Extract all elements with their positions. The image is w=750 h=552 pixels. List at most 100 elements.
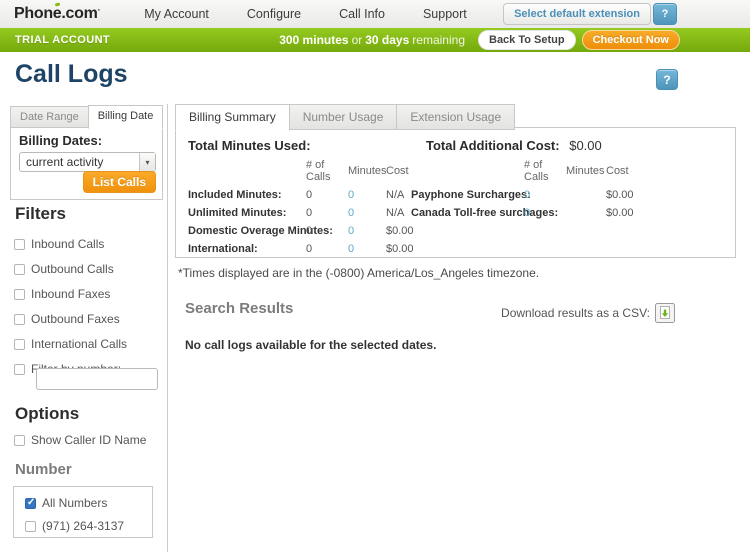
sidebar-divider — [167, 104, 168, 552]
total-minutes-used-label: Total Minutes Used: — [188, 138, 311, 153]
select-default-extension-button[interactable]: Select default extension — [503, 3, 651, 25]
trial-account-bar: TRIAL ACCOUNT 300 minutes or 30 days rem… — [0, 28, 750, 52]
cost-value: $0.00 — [386, 225, 438, 237]
numbers-box: All Numbers (971) 264-3137 — [13, 486, 153, 538]
tab-billing-summary[interactable]: Billing Summary — [175, 104, 290, 131]
total-additional-cost-label: Total Additional Cost: — [426, 138, 560, 153]
minutes-remaining: 300 minutes — [279, 33, 348, 47]
total-additional-cost: Total Additional Cost: $0.00 — [426, 138, 602, 153]
usage-tabs: Billing Summary Number Usage Extension U… — [175, 104, 515, 130]
filter-by-number-input[interactable] — [36, 368, 158, 390]
calls-value: 0 — [306, 243, 348, 255]
options-heading: Options — [15, 404, 79, 424]
col-header-minutes: Minutes — [348, 165, 386, 177]
row-label: Domestic Overage Minutes: — [188, 225, 306, 237]
outbound-calls-checkbox[interactable] — [14, 264, 25, 275]
search-results-heading: Search Results — [185, 300, 293, 317]
cost-value: $0.00 — [386, 243, 438, 255]
option-label: Show Caller ID Name — [31, 433, 146, 447]
filter-item-inbound-calls[interactable]: Inbound Calls — [14, 237, 127, 251]
tab-extension-usage[interactable]: Extension Usage — [396, 104, 515, 130]
empty-results-message: No call logs available for the selected … — [185, 338, 436, 352]
row-label: Unlimited Minutes: — [188, 207, 306, 219]
all-numbers-checkbox[interactable] — [25, 498, 36, 509]
col-header-minutes: Minutes — [566, 165, 606, 177]
filter-item-inbound-faxes[interactable]: Inbound Faxes — [14, 287, 127, 301]
cost-value: $0.00 — [606, 189, 656, 201]
minutes-link[interactable]: 0 — [348, 207, 386, 219]
back-to-setup-button[interactable]: Back To Setup — [478, 30, 576, 50]
billing-dates-select[interactable]: current activity ▾ — [19, 152, 156, 172]
filter-label: Inbound Faxes — [31, 287, 110, 301]
app-logo[interactable]: Phone.com· — [14, 5, 100, 23]
outbound-faxes-checkbox[interactable] — [14, 314, 25, 325]
filter-item-outbound-faxes[interactable]: Outbound Faxes — [14, 312, 127, 326]
filters-heading: Filters — [15, 204, 66, 224]
or-text: or — [352, 33, 363, 47]
number-item-phone[interactable]: (971) 264-3137 — [25, 519, 152, 533]
cost-value: $0.00 — [606, 207, 656, 219]
international-calls-checkbox[interactable] — [14, 339, 25, 350]
show-caller-id-checkbox[interactable] — [14, 435, 25, 446]
sidebar-date-tabs: Date Range Billing Date — [10, 105, 163, 128]
header-help-button[interactable]: ? — [653, 3, 677, 25]
minutes-link[interactable]: 0 — [348, 243, 386, 255]
filter-label: Outbound Faxes — [31, 312, 120, 326]
row-label: International: — [188, 243, 306, 255]
list-calls-button[interactable]: List Calls — [83, 171, 156, 193]
row-label: Canada Toll-free surchages: — [411, 207, 524, 219]
filter-by-number-checkbox[interactable] — [14, 364, 25, 375]
minutes-used-table: # of Calls Minutes Cost Included Minutes… — [188, 159, 438, 255]
number-label: (971) 264-3137 — [42, 519, 124, 533]
inbound-calls-checkbox[interactable] — [14, 239, 25, 250]
tab-number-usage[interactable]: Number Usage — [289, 104, 398, 130]
nav-support[interactable]: Support — [423, 7, 467, 21]
csv-download-icon[interactable] — [655, 303, 675, 323]
filter-label: International Calls — [31, 337, 127, 351]
chevron-down-icon: ▾ — [139, 153, 155, 171]
tab-date-range[interactable]: Date Range — [10, 106, 89, 128]
option-show-caller-id[interactable]: Show Caller ID Name — [14, 433, 146, 447]
download-csv-label: Download results as a CSV: — [501, 306, 650, 320]
minutes-link[interactable]: 0 — [348, 225, 386, 237]
page-title: Call Logs — [15, 60, 128, 89]
col-header-calls: # of Calls — [524, 159, 566, 183]
filter-item-outbound-calls[interactable]: Outbound Calls — [14, 262, 127, 276]
calls-value: 0 — [306, 189, 348, 201]
col-header-cost: Cost — [606, 165, 656, 177]
download-csv: Download results as a CSV: — [501, 303, 675, 323]
remaining-text: remaining — [412, 33, 465, 47]
filter-list: Inbound Calls Outbound Calls Inbound Fax… — [14, 237, 127, 387]
nav-configure[interactable]: Configure — [247, 7, 301, 21]
days-remaining: 30 days — [365, 33, 409, 47]
filter-label: Inbound Calls — [31, 237, 104, 251]
billing-dates-selected-value: current activity — [20, 155, 139, 169]
calls-value: 0 — [306, 207, 348, 219]
billing-summary-panel: Total Minutes Used: Total Additional Cos… — [175, 127, 736, 258]
calls-link[interactable]: 0 — [524, 207, 566, 219]
calls-link[interactable]: 0 — [524, 189, 566, 201]
timezone-note: *Times displayed are in the (-0800) Amer… — [178, 266, 539, 280]
filter-label: Outbound Calls — [31, 262, 114, 276]
number-item-all-numbers[interactable]: All Numbers — [25, 496, 152, 510]
filter-item-international-calls[interactable]: International Calls — [14, 337, 127, 351]
tab-billing-date[interactable]: Billing Date — [88, 105, 164, 129]
total-additional-cost-value: $0.00 — [569, 138, 602, 153]
main-nav: My Account Configure Call Info Support — [144, 7, 466, 21]
phone-number-checkbox[interactable] — [25, 521, 36, 532]
page-help-button[interactable]: ? — [656, 69, 678, 90]
minutes-link[interactable]: 0 — [348, 189, 386, 201]
col-header-calls: # of Calls — [306, 159, 348, 183]
trial-account-badge: TRIAL ACCOUNT — [15, 34, 110, 46]
row-label: Included Minutes: — [188, 189, 306, 201]
inbound-faxes-checkbox[interactable] — [14, 289, 25, 300]
row-label: Payphone Surcharges: — [411, 189, 524, 201]
calls-value: 0 — [306, 225, 348, 237]
nav-my-account[interactable]: My Account — [144, 7, 209, 21]
nav-call-info[interactable]: Call Info — [339, 7, 385, 21]
number-heading: Number — [15, 461, 72, 478]
billing-dates-label: Billing Dates: — [19, 133, 162, 148]
checkout-now-button[interactable]: Checkout Now — [582, 30, 680, 50]
number-label: All Numbers — [42, 496, 107, 510]
billing-dates-panel: Billing Dates: current activity ▾ List C… — [10, 126, 163, 200]
